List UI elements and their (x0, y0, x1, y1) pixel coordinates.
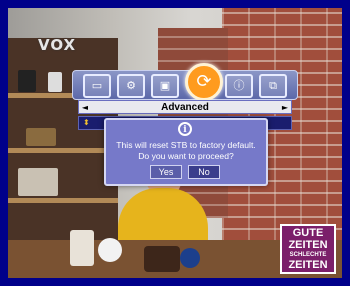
submenu-title: Advanced (161, 101, 209, 113)
shelf-item (18, 168, 58, 196)
program-logo-line1: GUTE (292, 227, 324, 239)
program-logo-line2: ZEITEN (288, 239, 328, 251)
osd-menu: ▭ ⚙ ▣ ⟳ ⓘ ⧉ ◄ Advanced ► ⬍ i This will r… (72, 63, 298, 186)
dialog-message-line1: This will reset STB to factory default. (116, 140, 256, 150)
table-cake (144, 246, 180, 272)
left-arrow-icon[interactable]: ◄ (79, 103, 91, 112)
no-button[interactable]: No (188, 165, 220, 179)
display-icon[interactable]: ▣ (151, 74, 179, 98)
table-bowl (98, 238, 122, 262)
up-down-arrow-icon: ⬍ (83, 118, 90, 127)
right-arrow-icon[interactable]: ► (279, 103, 291, 112)
tv-setup-icon[interactable]: ▭ (83, 74, 111, 98)
yes-button[interactable]: Yes (150, 165, 182, 179)
shelf-item (18, 70, 36, 92)
confirm-dialog: i This will reset STB to factory default… (104, 118, 268, 186)
info-icon[interactable]: ⓘ (225, 74, 253, 98)
settings-icon[interactable]: ⚙ (117, 74, 145, 98)
network-icon[interactable]: ⧉ (259, 74, 287, 98)
table-jar (70, 230, 94, 266)
program-logo-line3: SCHLECHTE (289, 252, 327, 258)
shelf-board (8, 198, 118, 203)
system-refresh-icon[interactable]: ⟳ (185, 63, 223, 101)
shelf-item (26, 128, 56, 146)
table-cup (180, 248, 200, 268)
submenu-selector[interactable]: ◄ Advanced ► (78, 100, 292, 114)
tv-frame: VOX GUTE ZEITEN SCHLECHTE ZEITEN ▭ ⚙ ▣ ⟳… (0, 0, 350, 286)
program-logo-line4: ZEITEN (288, 259, 328, 271)
channel-logo: VOX (38, 36, 77, 54)
dialog-message-line2: Do you want to proceed? (138, 151, 234, 161)
info-icon: i (178, 122, 192, 136)
program-logo: GUTE ZEITEN SCHLECHTE ZEITEN (280, 224, 336, 274)
shelf-item (48, 72, 62, 92)
menu-icon-bar: ▭ ⚙ ▣ ⟳ ⓘ ⧉ (72, 63, 298, 101)
